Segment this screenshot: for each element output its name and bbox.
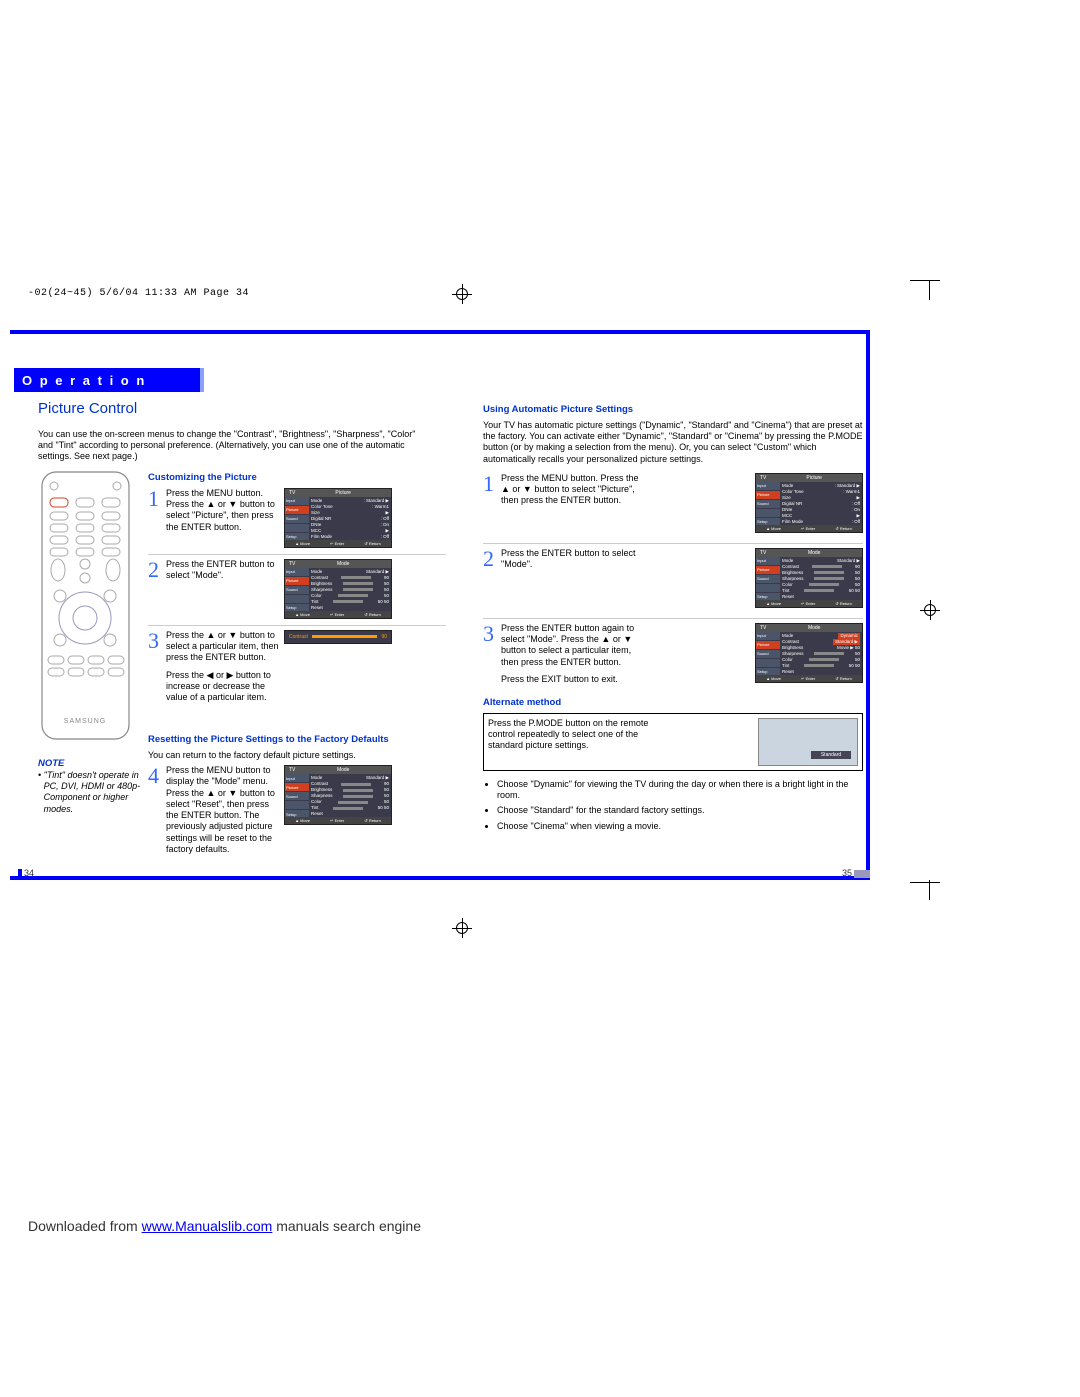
step-number: 3 xyxy=(148,630,166,704)
step-number: 3 xyxy=(483,623,501,687)
trim-mark xyxy=(929,280,930,300)
print-meta-header: -02(24~45) 5/6/04 11:33 AM Page 34 xyxy=(28,288,249,299)
menu-screenshot-reset: TVMode Input Picture Sound Setup ModeSta… xyxy=(284,765,392,825)
menu-screenshot-picture: TVPicture Input Picture Sound Setup Mode… xyxy=(755,473,863,533)
menu-screenshot-mode: TVMode Input Picture Sound Setup ModeSta… xyxy=(755,548,863,608)
reset-section: Resetting the Picture Settings to the Fa… xyxy=(148,730,446,861)
note-block: NOTE • "Tint" doesn't operate in PC, DVI… xyxy=(38,758,143,815)
crop-mark-bottom xyxy=(452,918,472,938)
step-number: 2 xyxy=(148,559,166,619)
step-1: 1 Press the MENU button. Press the ▲ or … xyxy=(148,488,446,548)
menu-screenshot-mode-select: TVMode Input Picture Sound Setup ModeDyn… xyxy=(755,623,863,683)
step-number: 1 xyxy=(148,488,166,548)
trim-mark xyxy=(929,880,930,900)
right-step-3: 3 Press the ENTER button again to select… xyxy=(483,623,863,687)
auto-heading: Using Automatic Picture Settings xyxy=(483,404,863,416)
crop-mark-top xyxy=(452,284,472,304)
step-text: Press the ENTER button again to select "… xyxy=(501,623,649,687)
svg-text:SAMSUNG: SAMSUNG xyxy=(64,718,106,725)
step-text: Press the MENU button. Press the ▲ or ▼ … xyxy=(166,488,284,548)
step-2: 2 Press the ENTER button to select "Mode… xyxy=(148,559,446,619)
intro-text: You can use the on-screen menus to chang… xyxy=(38,429,418,463)
step-text: Press the MENU button. Press the ▲ or ▼ … xyxy=(501,473,649,537)
step-4: 4 Press the MENU button to display the "… xyxy=(148,765,446,855)
alternate-screenshot: Standard xyxy=(758,718,858,766)
mode-tips: Choose "Dynamic" for viewing the TV duri… xyxy=(483,779,863,832)
download-footer: Downloaded from www.Manualslib.com manua… xyxy=(28,1218,421,1234)
page-number-right: 35 xyxy=(842,868,870,878)
right-step-1: 1 Press the MENU button. Press the ▲ or … xyxy=(483,473,863,537)
trim-mark xyxy=(910,882,940,883)
trim-mark xyxy=(910,280,940,281)
note-text: "Tint" doesn't operate in PC, DVI, HDMI … xyxy=(44,770,143,815)
step-text: Press the ▲ or ▼ button to select a part… xyxy=(166,630,284,704)
step-text: Press the MENU button to display the "Mo… xyxy=(166,765,284,855)
step-number: 1 xyxy=(483,473,501,537)
operation-badge: O p e r a t i o n xyxy=(14,368,204,392)
step-text: Press the ENTER button to select "Mode". xyxy=(501,548,649,612)
tip-cinema: Choose "Cinema" when viewing a movie. xyxy=(497,821,863,832)
note-heading: NOTE xyxy=(38,758,143,770)
step-3: 3 Press the ▲ or ▼ button to select a pa… xyxy=(148,630,446,704)
tip-dynamic: Choose "Dynamic" for viewing the TV duri… xyxy=(497,779,863,802)
right-step-2: 2 Press the ENTER button to select "Mode… xyxy=(483,548,863,612)
menu-screenshot-mode: TVMode Input Picture Sound Setup ModeSta… xyxy=(284,559,392,619)
step-number: 2 xyxy=(483,548,501,612)
menu-screenshot-picture: TVPicture Input Picture Sound Setup Mode… xyxy=(284,488,392,548)
tip-standard: Choose "Standard" for the standard facto… xyxy=(497,805,863,816)
alternate-method-box: Press the P.MODE button on the remote co… xyxy=(483,713,863,771)
alternate-heading: Alternate method xyxy=(483,697,863,709)
reset-heading: Resetting the Picture Settings to the Fa… xyxy=(148,734,446,746)
right-column: Using Automatic Picture Settings Your TV… xyxy=(483,400,863,836)
customizing-steps: Customizing the Picture 1 Press the MENU… xyxy=(148,468,446,709)
step-number: 4 xyxy=(148,765,166,855)
crop-mark-right xyxy=(920,600,940,620)
alternate-text: Press the P.MODE button on the remote co… xyxy=(488,718,658,766)
remote-control-illustration: SAMSUNG xyxy=(38,468,133,743)
menu-screenshot-slider: Contrast90 xyxy=(284,630,392,644)
page-number-left: 34 xyxy=(18,868,34,879)
manualslib-link[interactable]: www.Manualslib.com xyxy=(142,1218,273,1234)
auto-intro: Your TV has automatic picture settings (… xyxy=(483,420,863,465)
left-column: Picture Control You can use the on-scree… xyxy=(38,400,448,475)
reset-intro: You can return to the factory default pi… xyxy=(148,750,446,761)
step-text: Press the ENTER button to select "Mode". xyxy=(166,559,284,619)
page-title: Picture Control xyxy=(38,400,448,419)
customizing-heading: Customizing the Picture xyxy=(148,472,446,484)
